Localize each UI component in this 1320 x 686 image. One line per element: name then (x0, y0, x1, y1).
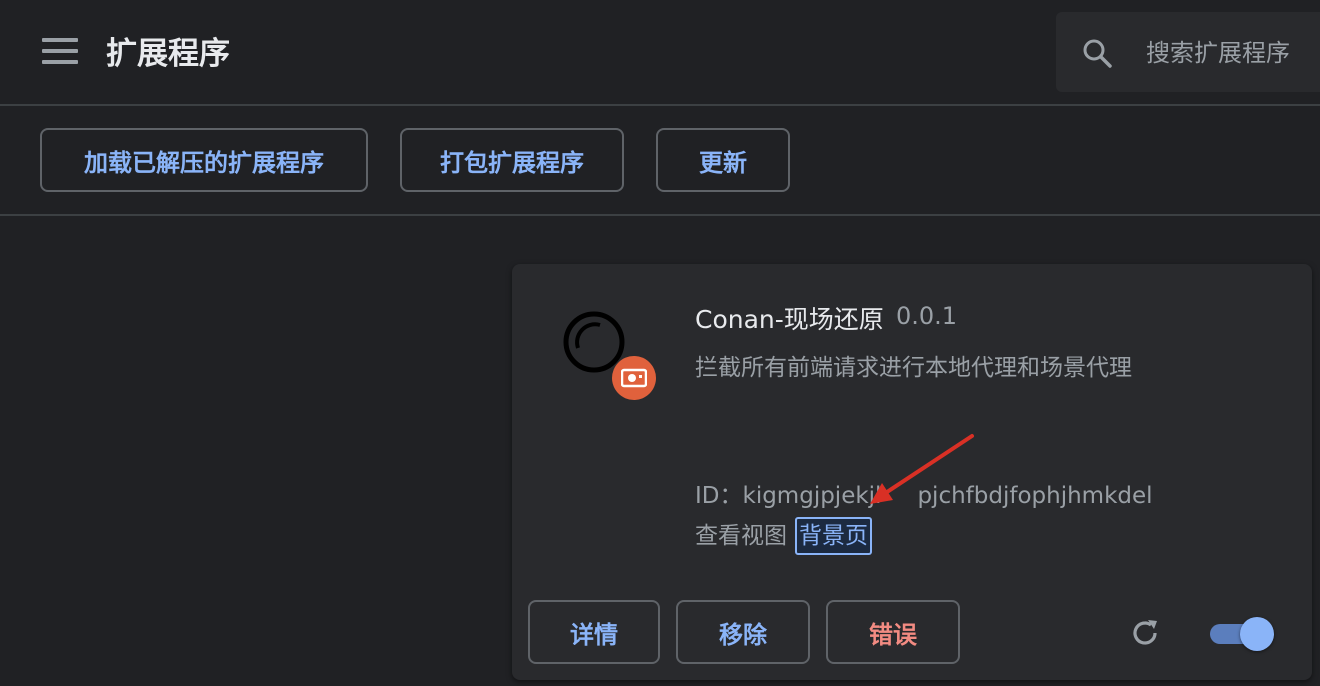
inspect-views: 查看视图 背景页 (695, 516, 872, 555)
search-box[interactable] (1056, 12, 1320, 92)
remove-button[interactable]: 移除 (676, 600, 810, 664)
header: 扩展程序 (0, 0, 1320, 106)
extension-id-value: kigmgjpjekjl (742, 483, 882, 509)
reload-icon[interactable] (1128, 616, 1162, 650)
background-page-link[interactable]: 背景页 (795, 517, 872, 555)
extension-card: Conan-现场还原 0.0.1 拦截所有前端请求进行本地代理和场景代理 ID：… (512, 264, 1312, 680)
hamburger-menu-icon[interactable] (42, 38, 78, 68)
details-button[interactable]: 详情 (528, 600, 660, 664)
errors-button[interactable]: 错误 (826, 600, 960, 664)
enable-toggle[interactable] (1210, 617, 1274, 651)
update-button[interactable]: 更新 (656, 128, 790, 192)
extension-name: Conan-现场还原 (695, 305, 884, 334)
developer-mode-badge-icon (612, 356, 656, 400)
extension-description: 拦截所有前端请求进行本地代理和场景代理 (695, 355, 1132, 381)
load-unpacked-button[interactable]: 加载已解压的扩展程序 (40, 128, 368, 192)
search-icon (1083, 39, 1112, 68)
extension-id: ID：kigmgjpjekjl pjchfbdjfophjhmkdel (695, 476, 1153, 510)
extension-id-value-tail: pjchfbdjfophjhmkdel (917, 483, 1153, 509)
inspect-views-label: 查看视图 (695, 523, 787, 549)
search-input[interactable] (1144, 32, 1320, 74)
developer-toolbar: 加载已解压的扩展程序 打包扩展程序 更新 (0, 106, 1320, 216)
toggle-knob (1240, 617, 1274, 651)
page-title: 扩展程序 (106, 36, 230, 72)
pack-extension-button[interactable]: 打包扩展程序 (400, 128, 624, 192)
extension-version: 0.0.1 (896, 302, 958, 330)
extension-id-label: ID： (695, 483, 743, 509)
